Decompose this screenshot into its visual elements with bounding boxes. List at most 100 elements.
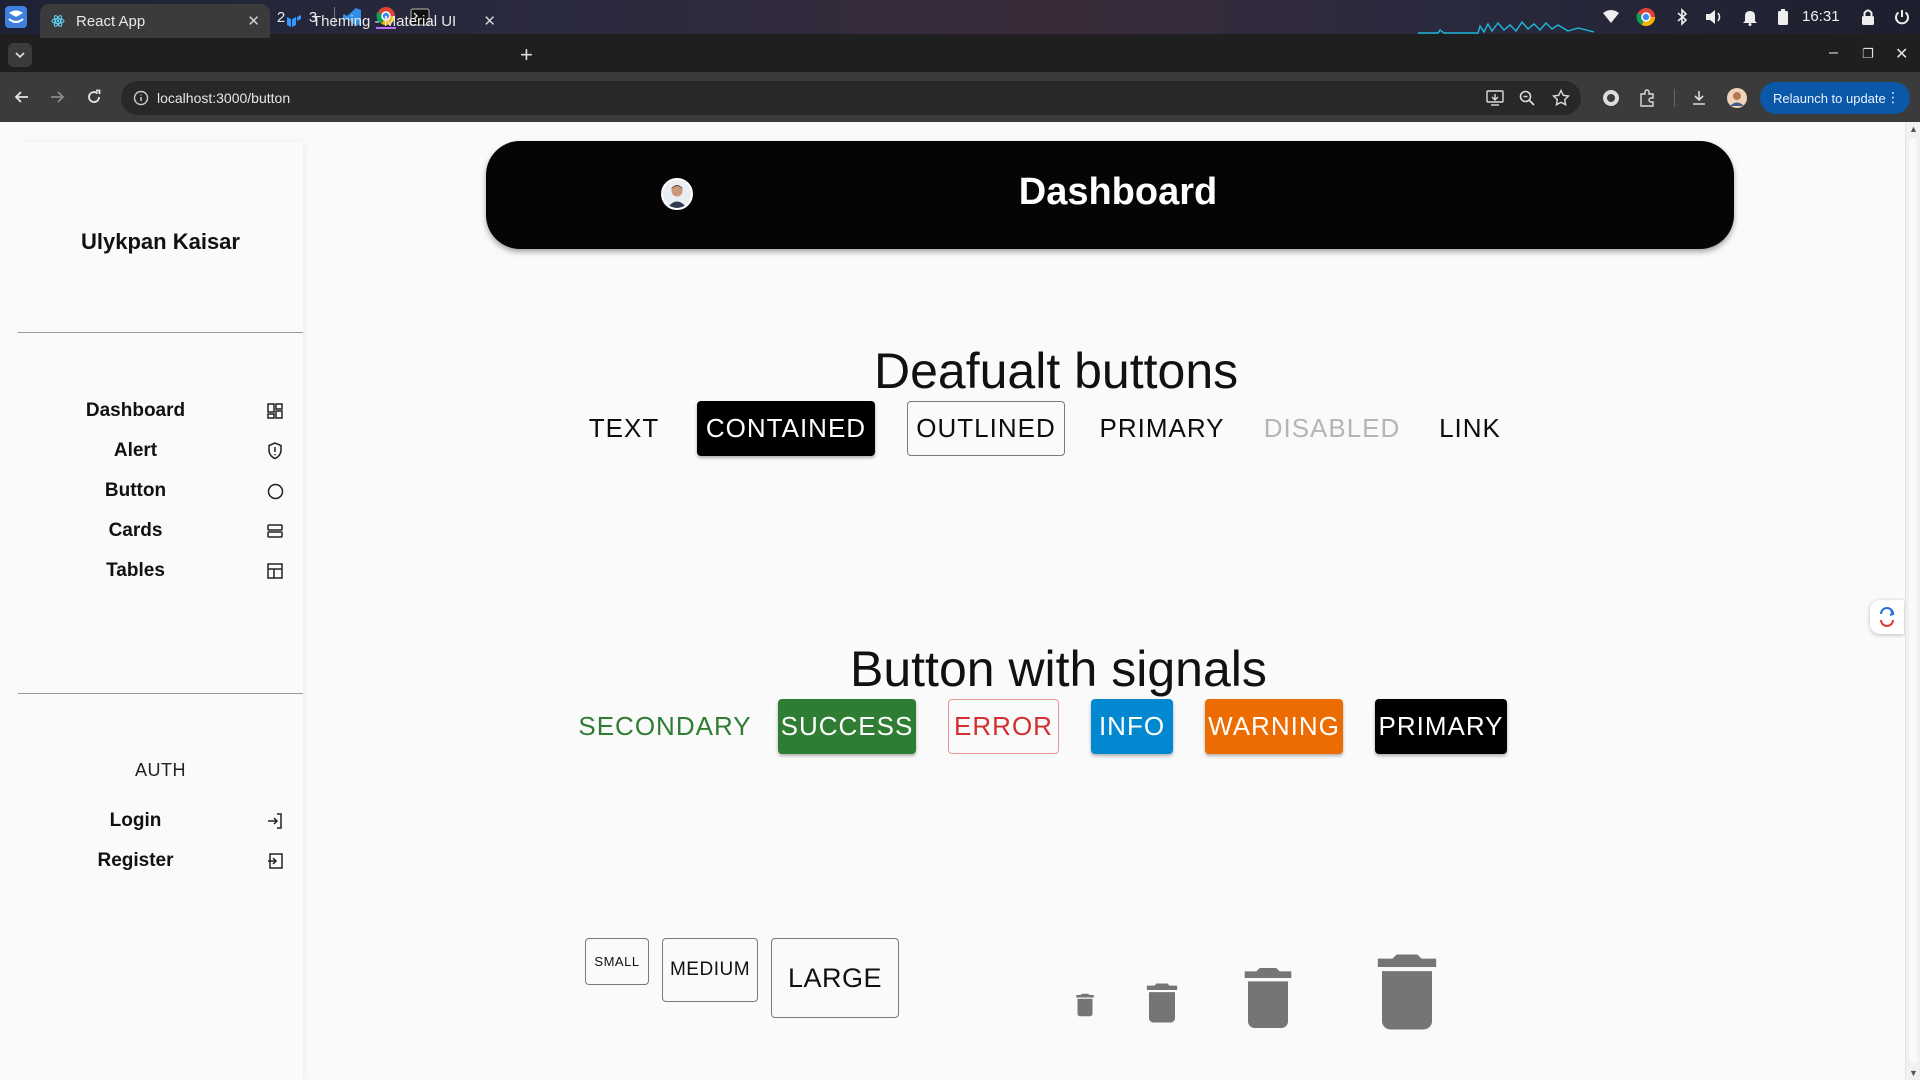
tab-title: React App: [76, 12, 146, 30]
success-button[interactable]: SUCCESS: [778, 699, 916, 754]
dashboard-header: Dashboard: [486, 141, 1734, 249]
battery-icon[interactable]: [1773, 7, 1793, 27]
tab-search-button[interactable]: [8, 43, 32, 67]
error-button[interactable]: ERROR: [948, 699, 1059, 754]
scroll-down-icon[interactable]: ▼: [1909, 1068, 1918, 1078]
login-icon: [265, 811, 285, 831]
sidebar-item-button[interactable]: Button: [18, 473, 303, 509]
circle-icon: [265, 481, 285, 501]
page-title: Dashboard: [1018, 171, 1218, 213]
primary-text-button[interactable]: PRIMARY: [1097, 401, 1227, 456]
close-tab-icon[interactable]: ✕: [247, 12, 260, 30]
bookmark-star-icon[interactable]: [1550, 87, 1572, 109]
sidebar-item-dashboard[interactable]: Dashboard: [18, 393, 303, 429]
reload-icon: [88, 89, 101, 103]
site-info-icon[interactable]: [133, 90, 149, 111]
chrome-tray-icon[interactable]: [1636, 7, 1656, 27]
clock[interactable]: 16:31: [1802, 8, 1840, 25]
small-button[interactable]: SMALL: [585, 938, 649, 985]
url-text[interactable]: localhost:3000/button: [157, 90, 290, 106]
extension-sync-icon[interactable]: [1600, 87, 1622, 109]
chevron-down-icon: [15, 52, 25, 59]
power-icon[interactable]: [1892, 7, 1912, 27]
tab-theming-material-ui[interactable]: Theming - Material UI ✕: [276, 4, 506, 38]
web-page: Ulykpan Kaisar Dashboard Alert Button Ca…: [0, 122, 1920, 1080]
mui-logo-icon: [286, 13, 302, 29]
notification-bell-icon[interactable]: [1740, 7, 1760, 27]
register-icon: [265, 851, 285, 871]
shield-icon: [265, 441, 285, 461]
cards-stack-icon: [265, 521, 285, 541]
sidebar-item-label: Button: [104, 480, 167, 501]
sidebar: Ulykpan Kaisar Dashboard Alert Button Ca…: [18, 142, 303, 1080]
info-button[interactable]: INFO: [1091, 699, 1173, 754]
sidebar-item-label: Tables: [106, 560, 165, 581]
relaunch-to-update-button[interactable]: Relaunch to update ⋮: [1760, 82, 1910, 114]
react-logo-icon: [50, 13, 66, 29]
restore-window-icon[interactable]: ❐: [1862, 46, 1874, 62]
extensions-puzzle-icon[interactable]: [1636, 87, 1658, 109]
secondary-button[interactable]: SECONDARY: [578, 699, 752, 754]
forward-button[interactable]: [45, 85, 69, 109]
tab-title: Theming - Material UI: [312, 12, 457, 30]
sidebar-item-label: Cards: [108, 520, 163, 541]
table-icon: [265, 561, 285, 581]
bluetooth-icon[interactable]: [1672, 7, 1692, 27]
dashboard-grid-icon: [265, 401, 285, 421]
auth-section-title: AUTH: [135, 760, 186, 780]
outlined-button[interactable]: OUTLINED: [907, 401, 1065, 456]
arrow-left-icon: [14, 91, 28, 103]
address-bar[interactable]: localhost:3000/button: [121, 81, 1581, 115]
delete-icon-medium[interactable]: [1136, 977, 1188, 1029]
section-title-signal-buttons: Button with signals: [850, 641, 1267, 697]
translate-widget-icon[interactable]: [1870, 600, 1904, 634]
install-app-icon[interactable]: [1484, 87, 1506, 109]
back-button[interactable]: [10, 85, 34, 109]
user-name: Ulykpan Kaisar: [81, 229, 240, 254]
arrow-right-icon: [51, 91, 65, 103]
link-button[interactable]: LINK: [1432, 401, 1508, 456]
warning-button[interactable]: WARNING: [1205, 699, 1343, 754]
large-button[interactable]: LARGE: [771, 938, 899, 1018]
divider: [18, 693, 303, 694]
section-title-default-buttons: Deafualt buttons: [874, 343, 1239, 399]
browser-tabstrip: [0, 34, 1920, 72]
close-window-icon[interactable]: ✕: [1895, 44, 1908, 64]
delete-icon-small[interactable]: [1070, 990, 1100, 1020]
close-tab-icon[interactable]: ✕: [483, 12, 496, 30]
tab-react-app[interactable]: React App ✕: [40, 4, 270, 38]
app-launcher-icon[interactable]: [4, 5, 28, 29]
downloads-icon[interactable]: [1688, 87, 1710, 109]
page-scrollbar[interactable]: ▲ ▼: [1905, 122, 1920, 1080]
reload-button[interactable]: [82, 85, 106, 109]
sidebar-item-cards[interactable]: Cards: [18, 513, 303, 549]
divider: [18, 332, 303, 333]
sidebar-item-login[interactable]: Login: [18, 803, 303, 839]
delete-icon-large[interactable]: [1228, 958, 1308, 1038]
sidebar-item-label: Alert: [113, 440, 158, 461]
more-menu-icon[interactable]: ⋮: [1886, 89, 1900, 106]
contained-button[interactable]: CONTAINED: [697, 401, 875, 456]
sidebar-item-label: Register: [97, 850, 174, 871]
volume-icon[interactable]: [1704, 7, 1724, 27]
wifi-icon[interactable]: [1601, 7, 1621, 27]
relaunch-label: Relaunch to update: [1773, 90, 1886, 106]
medium-button[interactable]: MEDIUM: [662, 938, 758, 1002]
scrollbar-thumb[interactable]: [1909, 138, 1917, 1063]
minimize-window-icon[interactable]: –: [1829, 44, 1838, 62]
delete-icon-xlarge[interactable]: [1357, 942, 1457, 1042]
zoom-icon[interactable]: [1516, 87, 1538, 109]
sidebar-item-label: Login: [109, 810, 162, 831]
primary-contained-button[interactable]: PRIMARY: [1375, 699, 1507, 754]
sidebar-item-tables[interactable]: Tables: [18, 553, 303, 589]
lock-icon[interactable]: [1858, 7, 1878, 27]
sidebar-item-label: Dashboard: [85, 400, 186, 421]
network-graph-icon: [1418, 20, 1594, 34]
profile-avatar-icon[interactable]: [1726, 87, 1748, 109]
disabled-button: DISABLED: [1263, 413, 1401, 443]
new-tab-button[interactable]: +: [520, 42, 533, 68]
sidebar-item-alert[interactable]: Alert: [18, 433, 303, 469]
text-button[interactable]: TEXT: [586, 401, 662, 456]
scroll-up-icon[interactable]: ▲: [1909, 124, 1918, 134]
sidebar-item-register[interactable]: Register: [18, 843, 303, 879]
